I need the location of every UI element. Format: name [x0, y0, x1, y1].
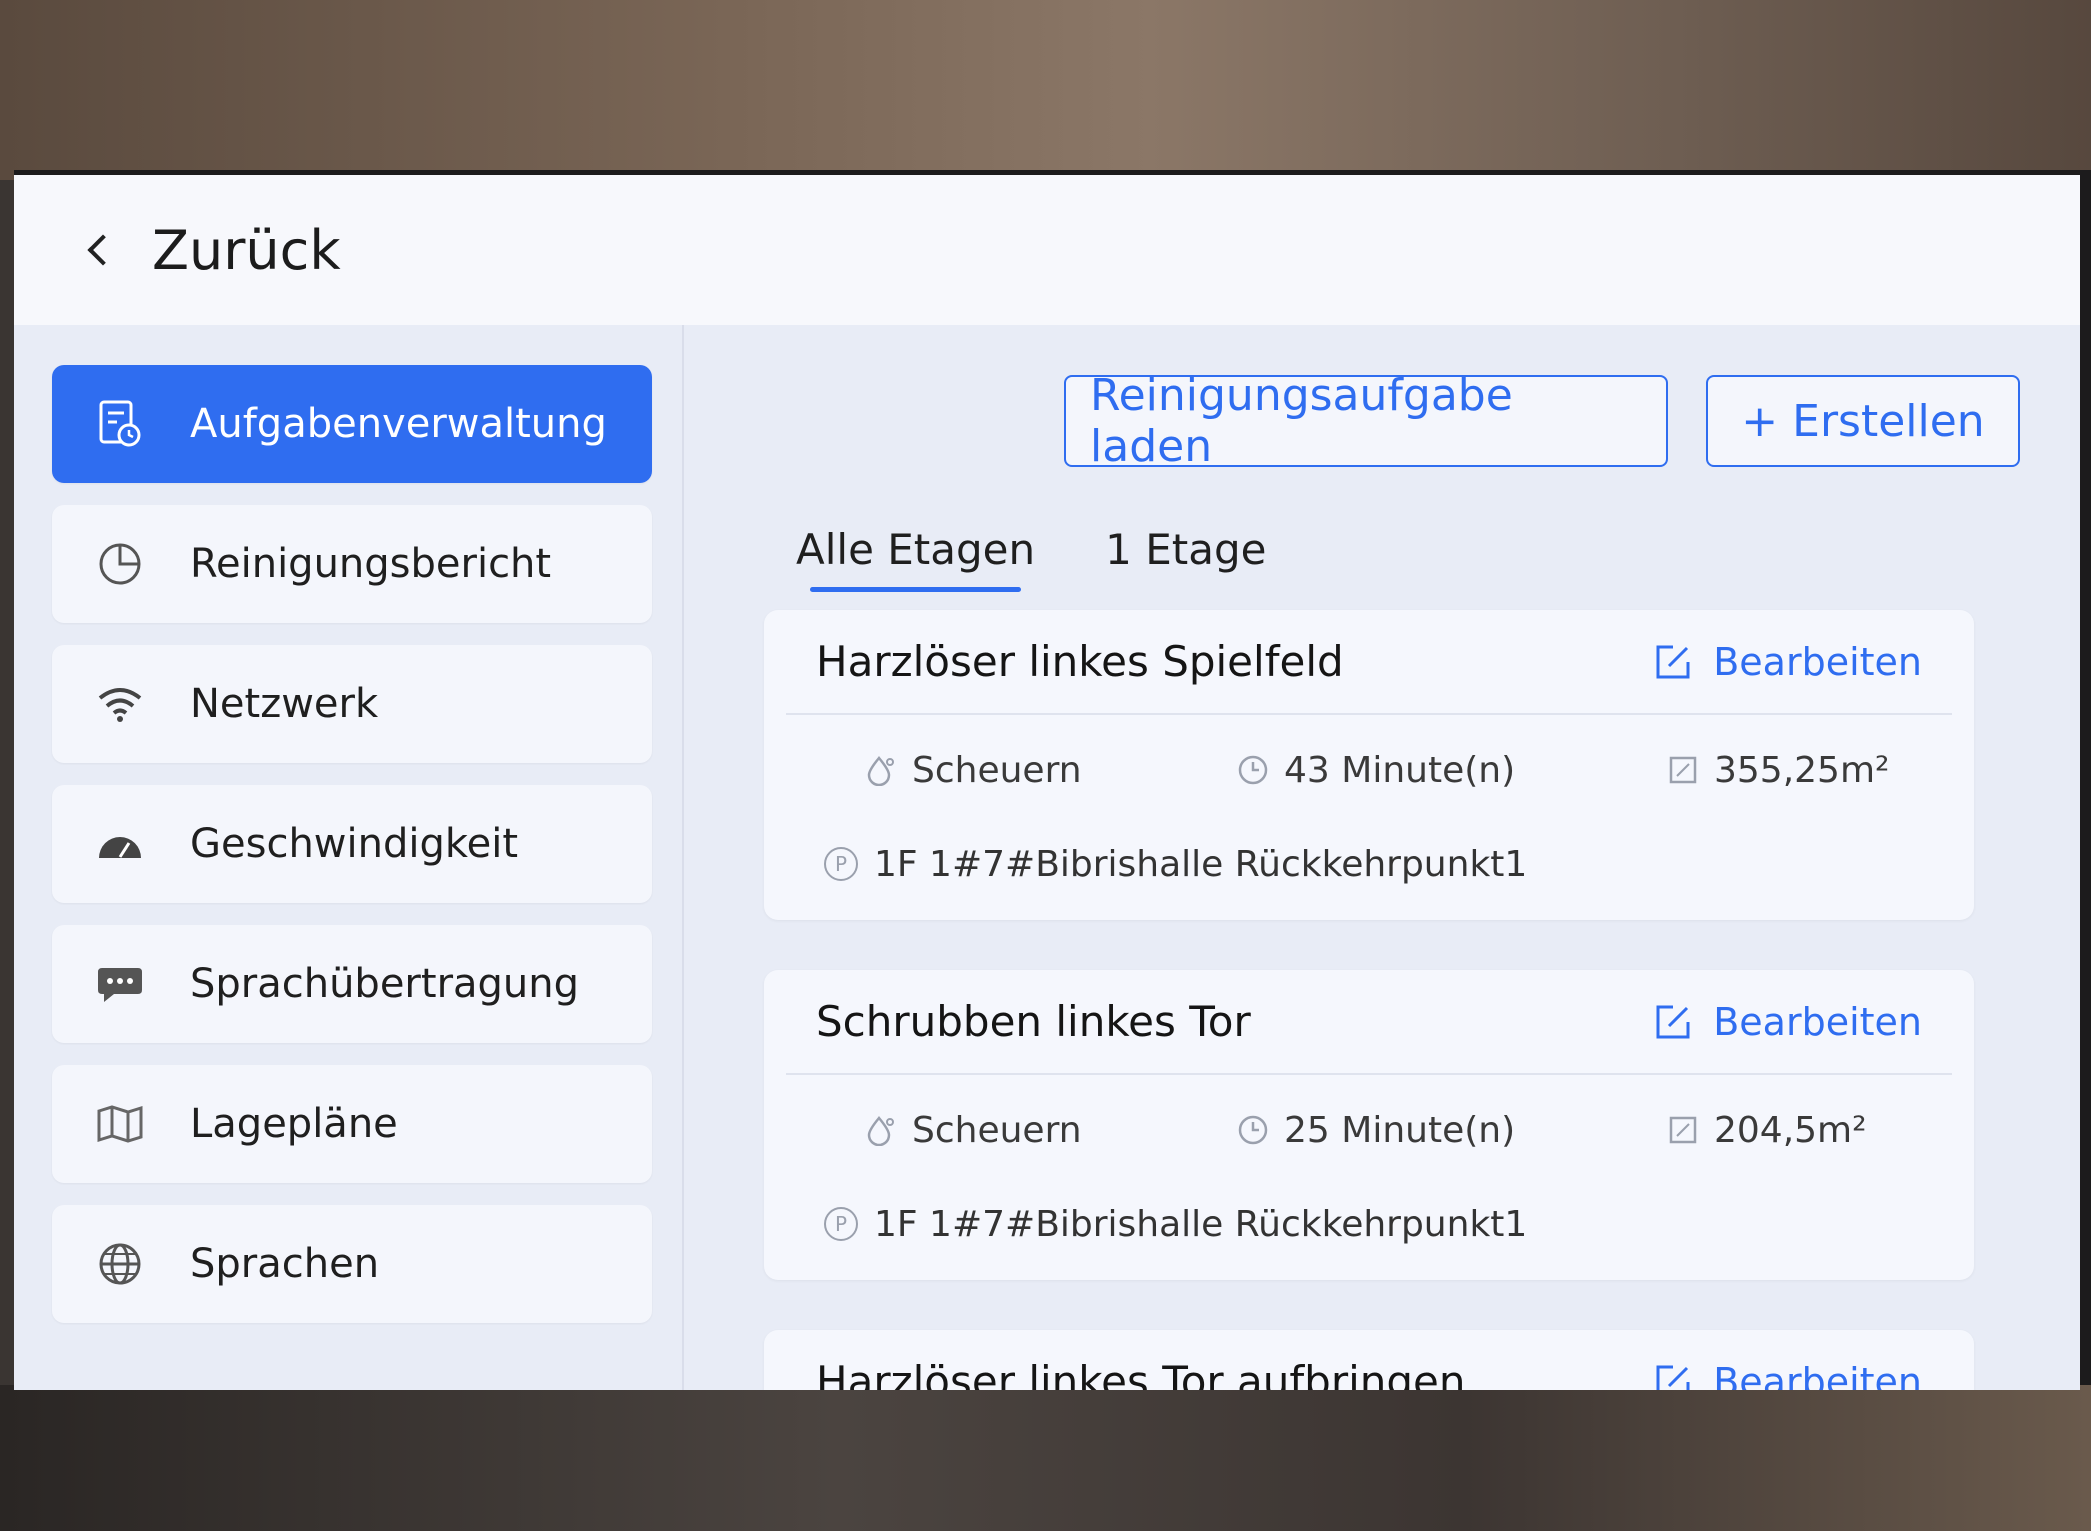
sidebar-item-lageplaene[interactable]: Lagepläne [52, 1065, 652, 1183]
task-management-panel: Reinigungsaufgabe laden + Erstellen Alle… [704, 325, 2080, 1390]
create-button[interactable]: + Erstellen [1706, 375, 2020, 467]
sidebar-item-label: Sprachen [190, 1241, 380, 1287]
task-area-label: 355,25m² [1714, 749, 1890, 791]
sidebar-item-sprachen[interactable]: Sprachen [52, 1205, 652, 1323]
device-screen: Zurück Aufgabenverwaltung Reinigungsberi… [14, 175, 2080, 1390]
pie-chart-icon [94, 538, 146, 590]
task-duration-label: 43 Minute(n) [1284, 749, 1516, 791]
task-stats: Scheuern 25 Minute(n) 204,5m² [764, 1075, 1974, 1185]
edit-icon [1656, 1365, 1690, 1390]
return-point-label: 1F 1#7#Bibrishalle Rückkehrpunkt1 [874, 843, 1528, 885]
globe-icon [94, 1238, 146, 1290]
cleaning-mode-label: Scheuern [912, 1109, 1082, 1151]
edit-label: Bearbeiten [1713, 1359, 1922, 1391]
chat-icon [94, 958, 146, 1010]
floor-tabs: Alle Etagen 1 Etage [796, 525, 1266, 592]
task-area: 204,5m² [1666, 1110, 1867, 1151]
task-card[interactable]: Schrubben linkes Tor Bearbeiten Scheuern… [764, 970, 1974, 1280]
task-title: Harzlöser linkes Tor aufbringen [816, 1357, 1466, 1390]
content-area: Aufgabenverwaltung Reinigungsbericht Net… [14, 325, 2080, 1390]
edit-icon [1656, 1005, 1690, 1038]
edit-icon [1656, 645, 1690, 678]
water-drop-icon [864, 1113, 898, 1147]
tab-1-etage[interactable]: 1 Etage [1105, 525, 1266, 592]
sidebar-item-reinigungsbericht[interactable]: Reinigungsbericht [52, 505, 652, 623]
photo-background-top [0, 0, 2091, 180]
task-card-header: Schrubben linkes Tor Bearbeiten [786, 970, 1952, 1075]
load-task-button[interactable]: Reinigungsaufgabe laden [1064, 370, 1668, 472]
sidebar-item-label: Aufgabenverwaltung [190, 401, 607, 447]
return-point: P 1F 1#7#Bibrishalle Rückkehrpunkt1 [764, 1185, 1974, 1263]
task-duration: 43 Minute(n) [1236, 750, 1666, 791]
edit-button[interactable]: Bearbeiten [1653, 1359, 1922, 1391]
cleaning-mode-label: Scheuern [912, 749, 1082, 791]
edit-button[interactable]: Bearbeiten [1653, 1000, 1922, 1044]
cleaning-mode: Scheuern [864, 750, 1236, 791]
task-icon [94, 398, 146, 450]
sidebar-item-label: Sprachübertragung [190, 961, 580, 1007]
sidebar-item-label: Lagepläne [190, 1101, 398, 1147]
sidebar-item-label: Geschwindigkeit [190, 821, 519, 867]
task-title: Harzlöser linkes Spielfeld [816, 637, 1344, 686]
return-point: P 1F 1#7#Bibrishalle Rückkehrpunkt1 [764, 825, 1974, 903]
map-icon [94, 1098, 146, 1150]
sidebar-item-netzwerk[interactable]: Netzwerk [52, 645, 652, 763]
speedometer-icon [94, 818, 146, 870]
task-card-header: Harzlöser linkes Tor aufbringen Bearbeit… [786, 1330, 1952, 1390]
sidebar: Aufgabenverwaltung Reinigungsbericht Net… [14, 325, 684, 1390]
task-duration: 25 Minute(n) [1236, 1110, 1666, 1151]
task-title: Schrubben linkes Tor [816, 997, 1251, 1046]
tab-alle-etagen[interactable]: Alle Etagen [796, 525, 1035, 592]
action-buttons: Reinigungsaufgabe laden + Erstellen [1064, 370, 2020, 472]
cleaning-mode: Scheuern [864, 1110, 1236, 1151]
clock-icon [1236, 1113, 1270, 1147]
clock-icon [1236, 753, 1270, 787]
water-drop-icon [864, 753, 898, 787]
task-area-label: 204,5m² [1714, 1109, 1867, 1151]
edit-label: Bearbeiten [1713, 639, 1922, 684]
photo-background-bottom [0, 1385, 2091, 1531]
sidebar-item-aufgabenverwaltung[interactable]: Aufgabenverwaltung [52, 365, 652, 483]
task-duration-label: 25 Minute(n) [1284, 1109, 1516, 1151]
wifi-icon [94, 678, 146, 730]
back-button[interactable]: Zurück [152, 219, 341, 282]
task-card[interactable]: Harzlöser linkes Spielfeld Bearbeiten Sc… [764, 610, 1974, 920]
parking-point-icon: P [824, 847, 858, 881]
task-stats: Scheuern 43 Minute(n) 355,25m² [764, 715, 1974, 825]
sidebar-item-geschwindigkeit[interactable]: Geschwindigkeit [52, 785, 652, 903]
back-chevron-icon[interactable] [87, 234, 119, 266]
area-icon [1666, 753, 1700, 787]
area-icon [1666, 1113, 1700, 1147]
sidebar-item-sprachuebertragung[interactable]: Sprachübertragung [52, 925, 652, 1043]
task-area: 355,25m² [1666, 750, 1889, 791]
edit-button[interactable]: Bearbeiten [1653, 640, 1922, 684]
top-bar: Zurück [14, 175, 2080, 325]
parking-point-icon: P [824, 1207, 858, 1241]
task-card-header: Harzlöser linkes Spielfeld Bearbeiten [786, 610, 1952, 715]
sidebar-item-label: Netzwerk [190, 681, 379, 727]
edit-label: Bearbeiten [1713, 999, 1922, 1044]
return-point-label: 1F 1#7#Bibrishalle Rückkehrpunkt1 [874, 1203, 1528, 1245]
sidebar-item-label: Reinigungsbericht [190, 541, 552, 587]
task-card[interactable]: Harzlöser linkes Tor aufbringen Bearbeit… [764, 1330, 1974, 1390]
